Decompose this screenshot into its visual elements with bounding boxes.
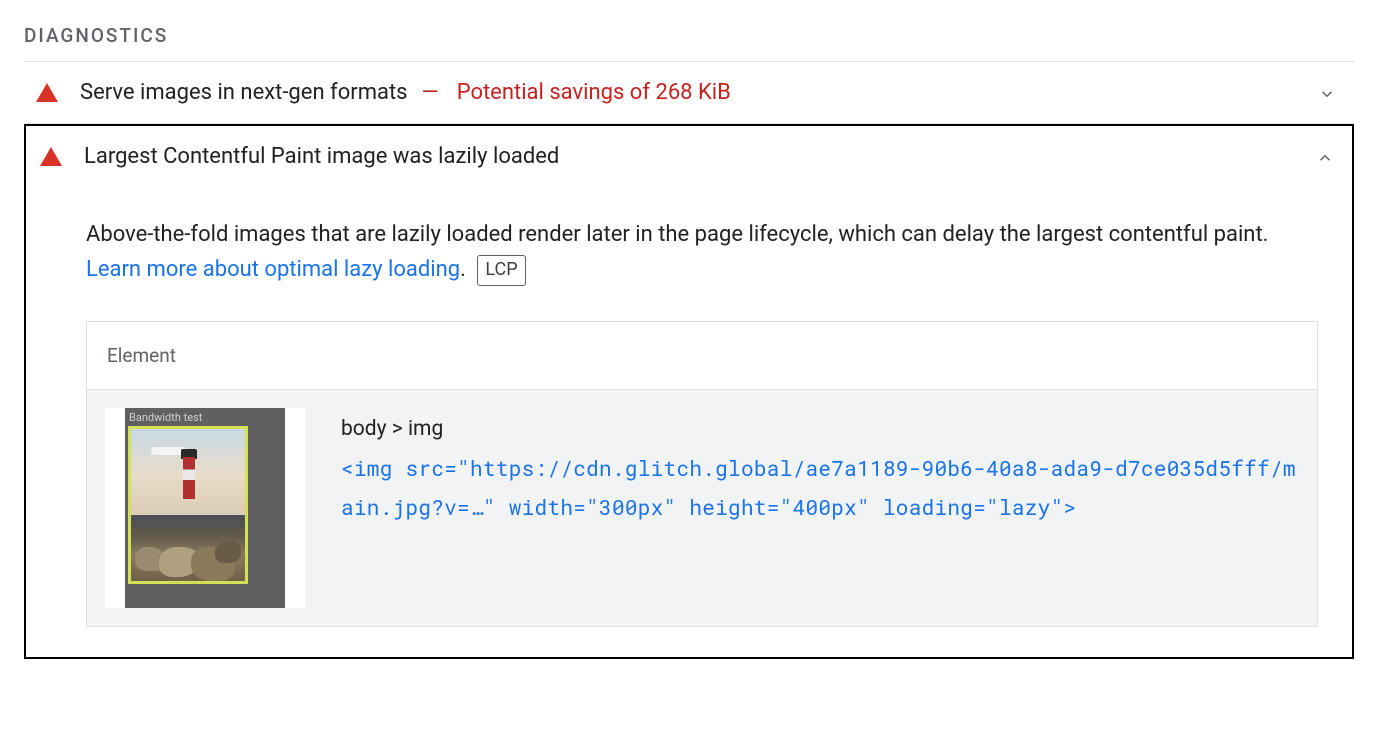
- description-period: .: [460, 257, 466, 282]
- audit-title: Serve images in next-gen formats: [80, 80, 408, 105]
- audit-item-next-gen-formats[interactable]: Serve images in next-gen formats — Poten…: [24, 62, 1354, 124]
- dash-separator: —: [422, 80, 439, 105]
- element-details: body > img <img src="https://cdn.glitch.…: [341, 408, 1299, 527]
- warning-triangle-icon: [40, 147, 62, 166]
- description-text: Above-the-fold images that are lazily lo…: [86, 222, 1268, 247]
- audit-description: Above-the-fold images that are lazily lo…: [86, 217, 1318, 287]
- element-thumbnail-wrapper: Bandwidth test: [105, 408, 305, 608]
- audit-item-lcp-lazy-loaded[interactable]: Largest Contentful Paint image was lazil…: [24, 124, 1354, 187]
- thumbnail-label: Bandwidth test: [129, 411, 202, 424]
- chevron-up-icon: [1316, 148, 1334, 166]
- element-snippet: <img src="https://cdn.glitch.global/ae7a…: [341, 449, 1299, 527]
- learn-more-link[interactable]: Learn more about optimal lazy loading: [86, 257, 460, 282]
- element-selector: body > img: [341, 410, 1299, 449]
- audit-title: Largest Contentful Paint image was lazil…: [84, 144, 559, 169]
- lcp-badge: LCP: [477, 255, 525, 286]
- element-thumbnail: Bandwidth test: [125, 408, 285, 608]
- diagnostics-heading: DIAGNOSTICS: [24, 24, 1354, 62]
- chevron-down-icon: [1318, 84, 1336, 102]
- audit-savings: Potential savings of 268 KiB: [457, 80, 731, 105]
- audit-expanded-panel: Above-the-fold images that are lazily lo…: [24, 187, 1354, 659]
- element-table-header: Element: [87, 322, 1317, 389]
- element-table-row: Bandwidth test body > img: [87, 389, 1317, 626]
- thumbnail-highlight-box: [128, 426, 248, 584]
- warning-triangle-icon: [36, 83, 58, 102]
- element-table: Element Bandwidth test: [86, 321, 1318, 627]
